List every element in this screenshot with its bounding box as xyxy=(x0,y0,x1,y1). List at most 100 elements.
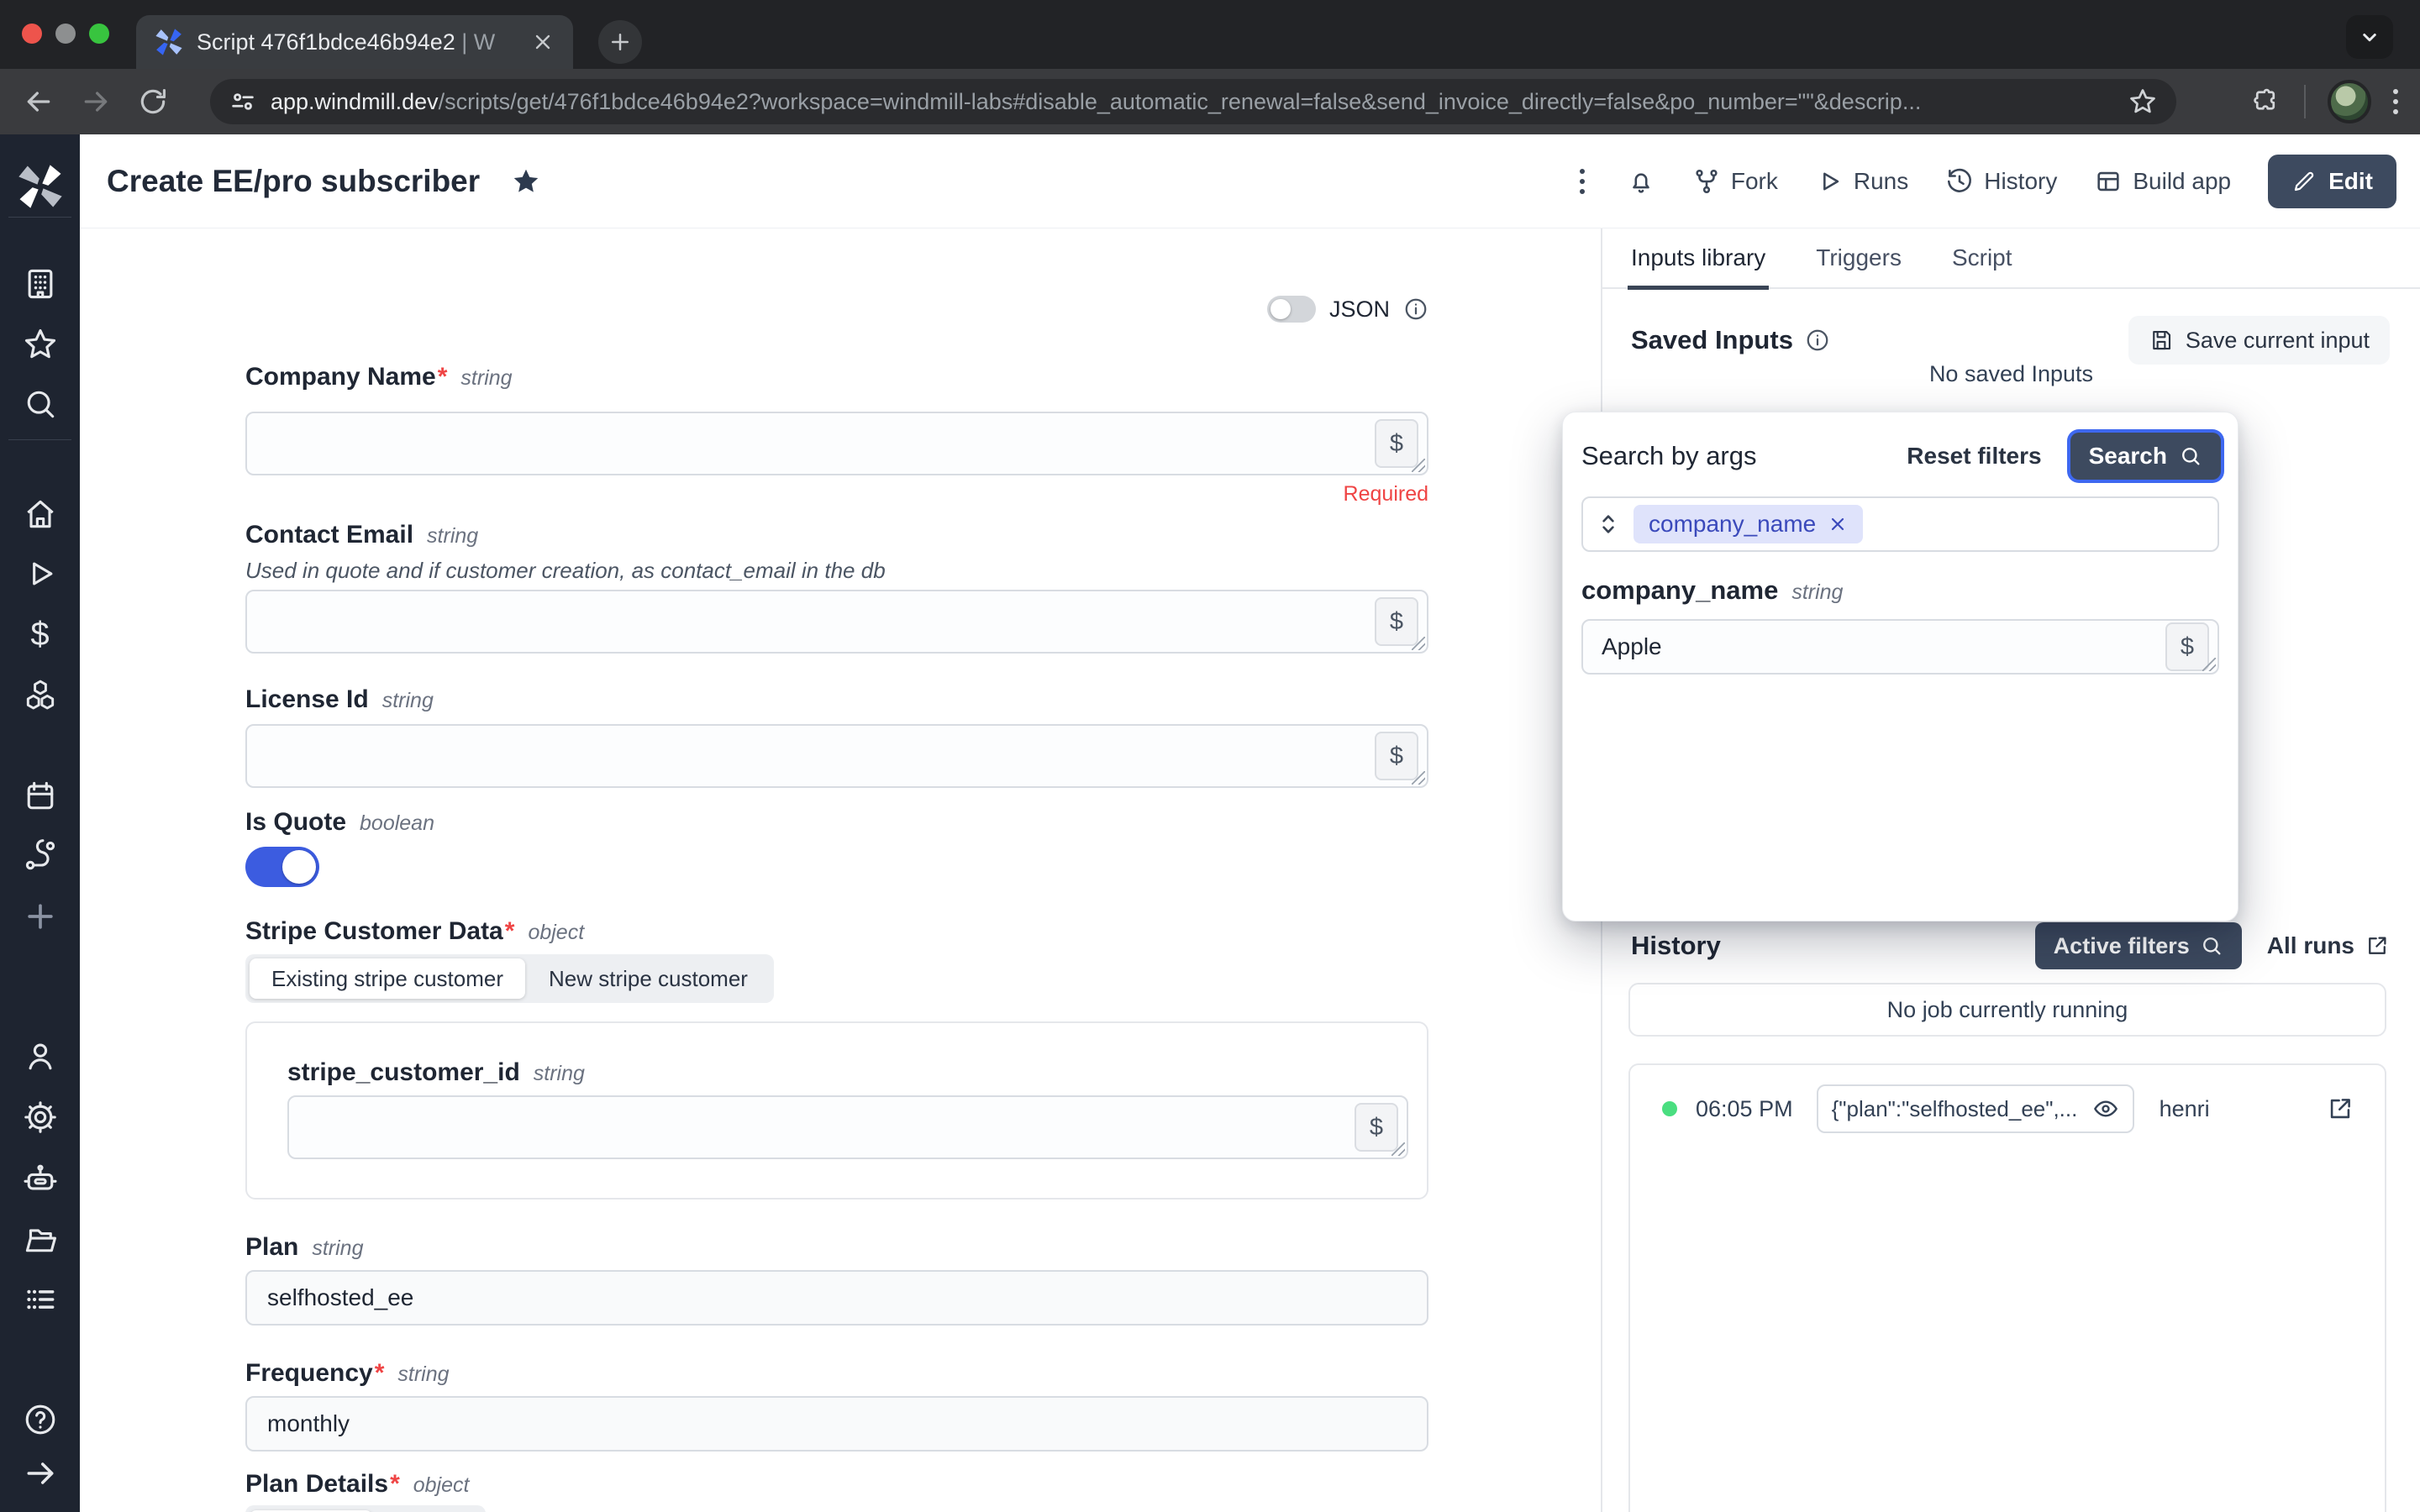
active-filters-button[interactable]: Active filters xyxy=(2035,922,2242,969)
popup-title: Search by args xyxy=(1581,441,1757,471)
tab-triggers[interactable]: Triggers xyxy=(1816,228,1902,288)
sidebar-item-billing[interactable]: $ xyxy=(0,611,80,658)
tab-existing-stripe-customer[interactable]: Existing stripe customer xyxy=(250,958,525,999)
sidebar-item-favorites[interactable] xyxy=(0,321,80,368)
toolbar-right xyxy=(2249,69,2420,134)
field-license-id-label: License Id string xyxy=(245,685,434,714)
back-button[interactable] xyxy=(20,83,57,120)
open-run-icon[interactable] xyxy=(2326,1095,2354,1123)
fork-button[interactable]: Fork xyxy=(1692,167,1778,196)
args-key-select[interactable]: company_name xyxy=(1581,496,2219,552)
run-row[interactable]: 06:05 PM {"plan":"selfhosted_ee",... hen… xyxy=(1630,1084,2385,1134)
is-quote-toggle[interactable] xyxy=(245,847,319,887)
url-text: app.windmill.dev/scripts/get/476f1bdce46… xyxy=(271,89,2114,115)
popup-field-input[interactable]: Apple $ xyxy=(1581,619,2219,675)
sidebar-item-users[interactable] xyxy=(0,1033,80,1080)
field-contact-email-label: Contact Email string xyxy=(245,521,478,549)
window-zoom-button[interactable] xyxy=(89,24,109,44)
json-info-icon[interactable] xyxy=(1403,297,1428,322)
resize-handle[interactable] xyxy=(1412,771,1425,785)
sidebar-item-folders[interactable] xyxy=(0,1215,80,1263)
browser-tabstrip: Script 476f1bdce46b94e2 | W xyxy=(0,0,2420,69)
more-menu-icon[interactable] xyxy=(1575,169,1590,194)
resize-handle[interactable] xyxy=(1412,637,1425,650)
field-stripe-customer-id-input[interactable]: $ xyxy=(287,1095,1408,1159)
sidebar-item-resources[interactable] xyxy=(0,672,80,719)
reload-button[interactable] xyxy=(134,83,171,120)
edit-button[interactable]: Edit xyxy=(2268,155,2396,208)
script-form: JSON Company Name* string $ Required Con… xyxy=(80,228,1601,1512)
header-actions: Fork Runs History Build app Edit xyxy=(1575,155,2396,208)
view-args-eye-icon[interactable] xyxy=(2092,1095,2119,1122)
run-args-pill[interactable]: {"plan":"selfhosted_ee",... xyxy=(1817,1084,2134,1133)
sidebar-item-schedules[interactable] xyxy=(0,773,80,820)
forward-button[interactable] xyxy=(77,83,114,120)
browser-tab[interactable]: Script 476f1bdce46b94e2 | W xyxy=(136,15,573,69)
plan-select[interactable]: selfhosted_ee xyxy=(245,1270,1428,1326)
resize-handle[interactable] xyxy=(2202,658,2216,671)
updown-chevron-icon xyxy=(1595,511,1622,538)
reset-filters-button[interactable]: Reset filters xyxy=(1907,443,2041,470)
sidebar-expand-icon[interactable] xyxy=(0,1450,80,1497)
panel-tabs: Inputs library Triggers Script xyxy=(1602,228,2420,289)
app-sidebar: $ xyxy=(0,134,80,1512)
sidebar-item-search[interactable] xyxy=(0,381,80,428)
search-by-args-popup: Search by args Reset filters Search comp… xyxy=(1562,412,2238,921)
field-stripe-customer-id-label: stripe_customer_id string xyxy=(287,1058,585,1087)
bookmark-star-icon[interactable] xyxy=(2128,87,2158,117)
tab-title: Script 476f1bdce46b94e2 | W xyxy=(197,29,495,55)
field-company-name-input[interactable]: $ xyxy=(245,412,1428,475)
sidebar-item-workers[interactable] xyxy=(0,1155,80,1202)
tab-new-stripe-customer[interactable]: New stripe customer xyxy=(527,958,770,999)
resize-handle[interactable] xyxy=(1412,459,1425,472)
resize-handle[interactable] xyxy=(1392,1142,1405,1156)
tab-close-icon[interactable] xyxy=(531,30,555,54)
profile-avatar[interactable] xyxy=(2328,80,2371,123)
favorite-star-icon[interactable] xyxy=(510,165,542,197)
search-button[interactable]: Search xyxy=(2070,433,2221,480)
runs-button[interactable]: Runs xyxy=(1815,167,1908,196)
browser-menu-icon[interactable] xyxy=(2393,89,2398,114)
history-run-card: 06:05 PM {"plan":"selfhosted_ee",... hen… xyxy=(1628,1063,2386,1512)
history-title: History xyxy=(1631,931,1721,961)
extensions-icon[interactable] xyxy=(2249,85,2282,118)
site-settings-icon[interactable] xyxy=(229,87,257,116)
field-frequency-label: Frequency* string xyxy=(245,1359,450,1388)
notifications-button[interactable] xyxy=(1627,167,1655,196)
sidebar-item-flows[interactable] xyxy=(0,832,80,879)
sidebar-item-help[interactable] xyxy=(0,1396,80,1443)
sidebar-item-settings[interactable] xyxy=(0,1094,80,1141)
company-name-chip[interactable]: company_name xyxy=(1634,505,1863,543)
tab-search-chevron-button[interactable] xyxy=(2346,15,2393,59)
save-current-input-button[interactable]: Save current input xyxy=(2128,316,2390,365)
run-success-dot xyxy=(1662,1101,1677,1116)
tab-inputs-library[interactable]: Inputs library xyxy=(1631,228,1765,288)
saved-inputs-row: Saved Inputs Save current input xyxy=(1631,316,2390,365)
field-contact-email-input[interactable]: $ xyxy=(245,590,1428,654)
url-bar[interactable]: app.windmill.dev/scripts/get/476f1bdce46… xyxy=(210,79,2176,124)
sidebar-item-add[interactable] xyxy=(0,893,80,940)
field-stripe-label: Stripe Customer Data* object xyxy=(245,917,584,946)
tab-script[interactable]: Script xyxy=(1952,228,2012,288)
sidebar-item-runs[interactable] xyxy=(0,550,80,597)
popup-header: Search by args Reset filters Search xyxy=(1581,429,2221,483)
required-error: Required xyxy=(1344,482,1428,507)
window-close-button[interactable] xyxy=(22,24,42,44)
sidebar-item-workspace[interactable] xyxy=(0,260,80,307)
window-minimize-button[interactable] xyxy=(55,24,76,44)
field-plan-details-label: Plan Details* object xyxy=(245,1470,469,1499)
sidebar-item-home[interactable] xyxy=(0,491,80,538)
browser-toolbar: app.windmill.dev/scripts/get/476f1bdce46… xyxy=(0,69,2420,134)
json-toggle[interactable] xyxy=(1267,296,1316,323)
all-runs-link[interactable]: All runs xyxy=(2267,932,2390,959)
run-args-text: {"plan":"selfhosted_ee",... xyxy=(1832,1096,2082,1122)
new-tab-button[interactable] xyxy=(598,20,642,64)
frequency-select[interactable]: monthly xyxy=(245,1396,1428,1452)
build-app-button[interactable]: Build app xyxy=(2094,167,2231,196)
history-button[interactable]: History xyxy=(1945,167,2057,196)
windmill-logo[interactable] xyxy=(0,163,80,210)
field-license-id-input[interactable]: $ xyxy=(245,724,1428,788)
run-user: henri xyxy=(2160,1096,2210,1122)
saved-inputs-info-icon[interactable] xyxy=(1805,328,1830,353)
sidebar-item-logs[interactable] xyxy=(0,1276,80,1323)
